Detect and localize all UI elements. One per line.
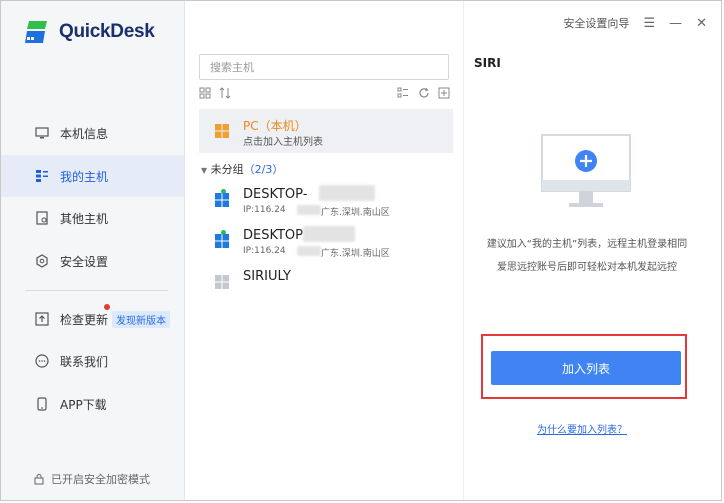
sidebar-item-check-update[interactable]: 检查更新 发现新版本 [1,298,184,340]
why-add-link[interactable]: 为什么要加入列表？ [537,421,627,436]
add-host-icon[interactable] [438,87,450,102]
lock-icon [34,474,44,485]
other-hosts-icon [34,210,50,226]
search-input[interactable]: 搜索主机 [199,54,449,80]
sidebar-item-label: 联系我们 [60,354,109,369]
minimize-icon[interactable]: — [669,16,682,31]
windows-icon [215,234,229,248]
host-row[interactable]: SIRIULY [199,267,453,307]
hint-line-2: 爱思远控账号后即可轻松对本机发起远控 [497,262,677,273]
local-host-subtitle: 点击加入主机列表 [243,137,323,148]
redacted-host-name [303,226,355,242]
sidebar-item-label: 我的主机 [60,169,109,184]
sidebar-item-app-download[interactable]: APP下载 [1,383,184,425]
hint-line-1: 建议加入“我的主机”列表，远程主机登录相同 [486,239,688,250]
sidebar-item-label: 其他主机 [60,211,109,226]
sidebar-item-label: 本机信息 [60,126,109,141]
add-to-list-button[interactable]: 加入列表 [491,351,681,385]
my-hosts-icon [34,168,50,184]
refresh-icon[interactable] [418,87,430,102]
secure-mode-label: 已开启安全加密模式 [51,473,150,486]
selected-host-title: SIRI [474,56,501,70]
host-location: 广东.深圳.南山区 [321,249,390,259]
host-name: DESKTOP- [243,187,308,202]
group-header[interactable]: ▼ 未分组（2/3） [201,161,283,177]
sort-icon[interactable] [219,87,231,102]
title-bar: 安全设置向导 ☰ — ✕ [563,15,707,31]
sidebar-divider [25,290,168,291]
app-logo: QuickDesk [23,17,155,47]
sidebar-item-label: 安全设置 [60,254,109,269]
new-version-badge[interactable]: 发现新版本 [112,310,171,328]
chat-icon [34,353,50,369]
security-guide-link[interactable]: 安全设置向导 [563,15,629,31]
group-name: 未分组 [210,163,244,176]
sidebar-item-label: APP下载 [60,397,107,412]
update-dot [104,304,110,310]
host-ip: IP:116.24 [243,205,286,215]
local-host-title: PC（本机） [243,119,307,133]
grid-view-icon[interactable] [199,87,211,102]
collapse-arrow-icon: ▼ [201,166,208,175]
monitor-illustration [541,134,631,207]
sidebar: QuickDesk 本机信息 我的主机 其他主机 安全设置 检查更新 发现新版本… [1,1,185,500]
host-location: 广东.深圳.南山区 [321,208,390,218]
sidebar-item-my-hosts[interactable]: 我的主机 [1,155,184,197]
host-ip: IP:116.24 [243,246,286,256]
app-window: QuickDesk 本机信息 我的主机 其他主机 安全设置 检查更新 发现新版本… [0,0,722,501]
secure-mode-status: 已开启安全加密模式 [33,471,150,487]
host-row[interactable]: DESKTOP- IP:116.24 广东.深圳.南山区 [199,185,453,225]
host-list-panel: 搜索主机 PC（本机） 点击加入主机列表 ▼ 未分组（2/3） DESKTOP-… [185,1,464,500]
redacted-host-name [319,185,375,201]
upload-icon [34,311,50,327]
menu-icon[interactable]: ☰ [643,16,655,31]
computer-info-icon [34,125,50,141]
windows-icon [215,124,229,138]
sidebar-item-security[interactable]: 安全设置 [1,240,184,282]
sidebar-item-local-info[interactable]: 本机信息 [1,112,184,154]
windows-icon [215,275,229,289]
group-count: （2/3） [243,163,284,176]
app-name: QuickDesk [59,21,155,42]
sidebar-item-other-hosts[interactable]: 其他主机 [1,197,184,239]
list-view-icon[interactable] [397,87,409,102]
host-name: SIRIULY [243,269,291,284]
sidebar-item-contact[interactable]: 联系我们 [1,340,184,382]
phone-icon [34,396,50,412]
host-row[interactable]: DESKTOP IP:116.24 广东.深圳.南山区 [199,226,453,266]
add-hint-text: 建议加入“我的主机”列表，远程主机登录相同 爱思远控账号后即可轻松对本机发起远控 [471,233,703,279]
shield-settings-icon [34,253,50,269]
quickdesk-logo-icon [25,21,47,43]
host-name: DESKTOP [243,228,304,243]
search-placeholder: 搜索主机 [210,61,254,74]
redacted-ip [297,205,321,215]
sidebar-item-label: 检查更新 [60,312,109,327]
windows-icon [215,193,229,207]
redacted-ip [297,246,321,256]
close-icon[interactable]: ✕ [696,16,707,31]
local-host-card[interactable]: PC（本机） 点击加入主机列表 [199,109,453,153]
